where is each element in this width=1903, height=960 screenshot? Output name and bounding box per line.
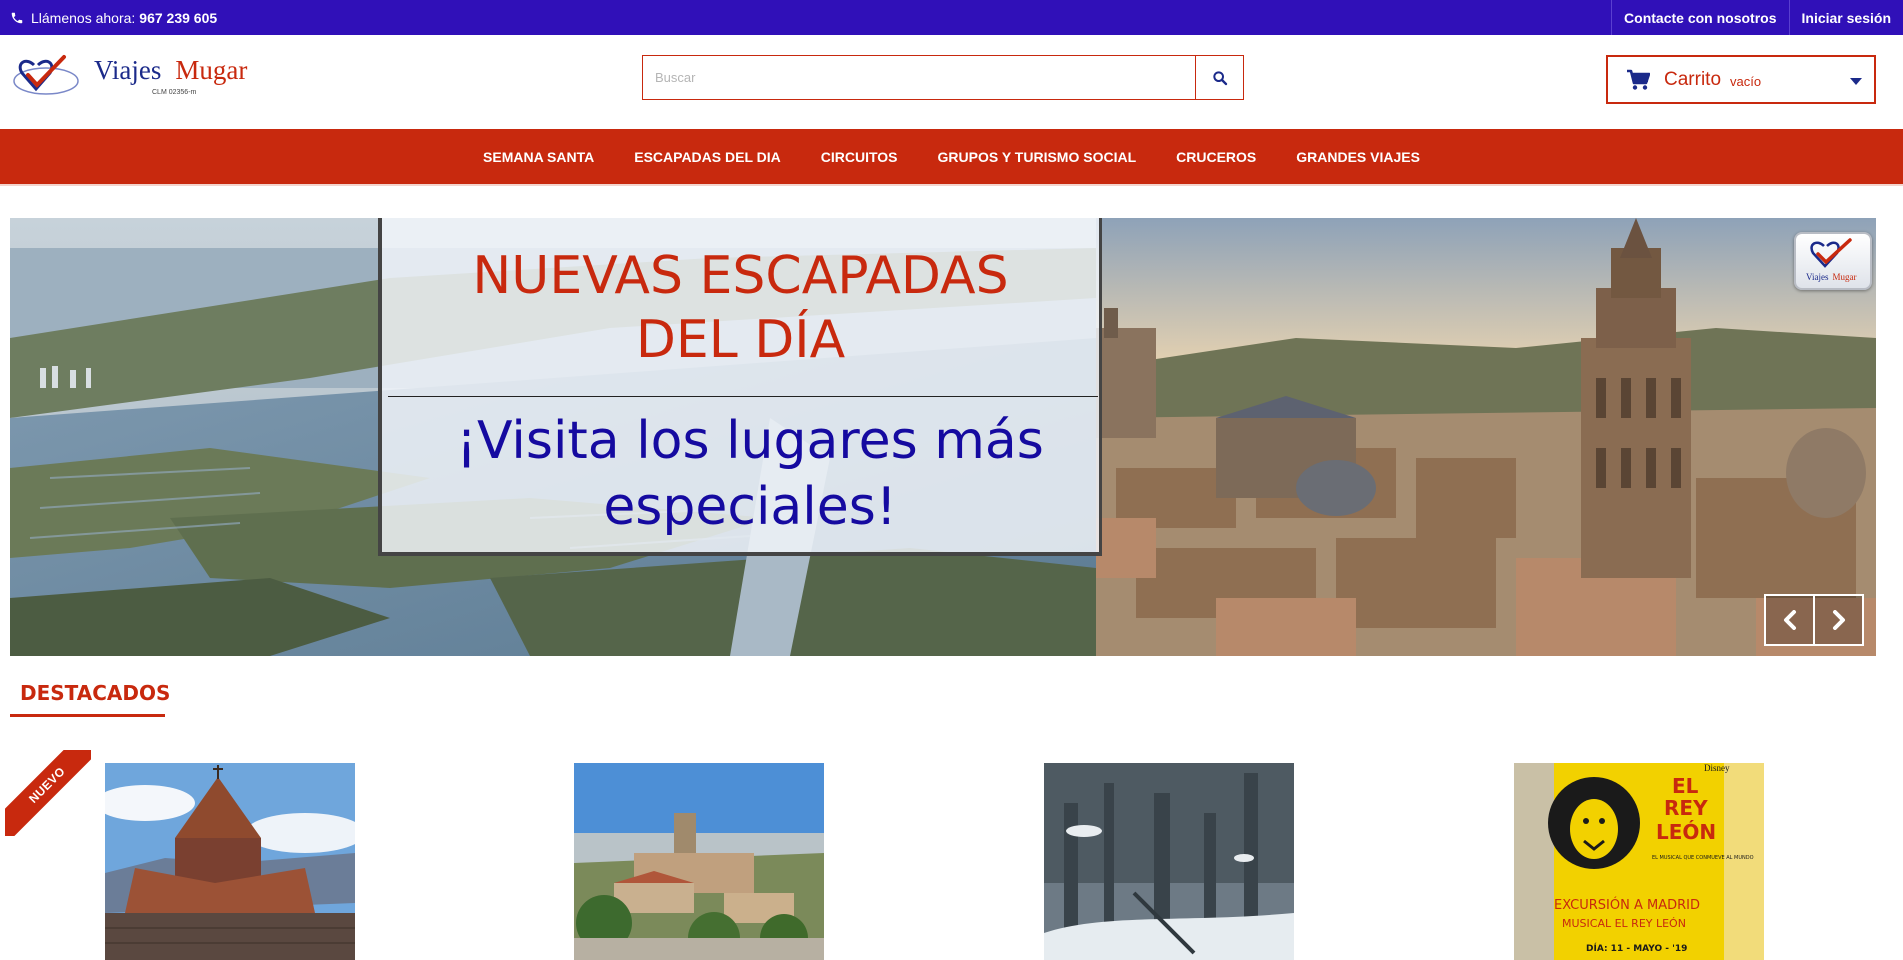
nav-item-escapadas[interactable]: ESCAPADAS DEL DIA	[614, 149, 801, 165]
promo-headline-line2: DEL DÍA	[635, 310, 846, 370]
slider-controls	[1764, 594, 1864, 646]
search-bar	[642, 55, 1244, 100]
slider-prev-button[interactable]	[1764, 594, 1815, 646]
search-button[interactable]	[1195, 56, 1243, 99]
search-input[interactable]	[643, 56, 1195, 99]
cart-button[interactable]: Carrito vacío	[1606, 55, 1876, 104]
slider-next-button[interactable]	[1813, 594, 1864, 646]
poster-subtitle: EL MUSICAL QUE CONMUEVE AL MUNDO	[1652, 855, 1754, 861]
product-image-village-castle[interactable]	[574, 763, 824, 960]
chevron-down-icon	[1850, 78, 1862, 85]
featured-title: DESTACADOS	[20, 681, 171, 705]
heart-check-logo-icon	[13, 55, 79, 95]
product-image-lion-king-poster[interactable]: Disney EL REY LEÓN EL MUSICAL QUE CONMUE…	[1514, 763, 1764, 960]
nav-item-circuitos[interactable]: CIRCUITOS	[801, 149, 918, 165]
poster-excursion: EXCURSIÓN A MADRID	[1554, 897, 1700, 913]
nav-divider	[0, 184, 1903, 186]
call-label: Llámenos ahora:	[31, 9, 136, 26]
heart-check-badge-icon	[1810, 238, 1852, 268]
promo-headline: NUEVAS ESCAPADAS DEL DÍA	[382, 244, 1099, 372]
toledo-city-image	[1096, 218, 1876, 656]
product-image-snowy-forest[interactable]	[1044, 763, 1294, 960]
logo-text: Viajes Mugar	[94, 55, 247, 86]
search-icon	[1212, 70, 1227, 85]
phone-info: Llámenos ahora: 967 239 605	[10, 0, 217, 35]
cart-label: Carrito	[1664, 68, 1722, 90]
phone-icon	[11, 12, 23, 23]
promo-tagline-line2: especiales!	[603, 477, 897, 537]
poster-title-3: LEÓN	[1656, 820, 1716, 844]
promo-tagline-line1: ¡Visita los lugares más	[456, 411, 1044, 471]
license-number: CLM 02356-m	[152, 89, 197, 96]
badge-word-viajes: Viajes	[1806, 272, 1829, 282]
poster-title-2: REY	[1664, 796, 1708, 820]
chevron-left-icon	[1783, 610, 1796, 630]
top-bar: Llámenos ahora: 967 239 605 Contacte con…	[0, 0, 1903, 35]
slide-logo-badge: Viajes Mugar	[1794, 232, 1872, 290]
shopping-cart-icon	[1627, 69, 1650, 90]
new-ribbon: NUEVO	[5, 750, 91, 836]
main-nav: SEMANA SANTA ESCAPADAS DEL DIA CIRCUITOS…	[0, 129, 1903, 184]
product-image-armenian-church[interactable]	[105, 763, 355, 960]
new-ribbon-label: NUEVO	[5, 750, 91, 836]
featured-underline	[10, 714, 165, 717]
nav-item-grupos[interactable]: GRUPOS Y TURISMO SOCIAL	[918, 149, 1157, 165]
promo-tagline: ¡Visita los lugares más especiales!	[410, 408, 1090, 540]
top-links: Contacte con nosotros Iniciar sesión	[1611, 0, 1903, 35]
login-link[interactable]: Iniciar sesión	[1788, 0, 1903, 35]
contact-link[interactable]: Contacte con nosotros	[1611, 0, 1788, 35]
logo-word-mugar: Mugar	[175, 55, 248, 85]
badge-text: Viajes Mugar	[1806, 272, 1856, 282]
promo-divider	[388, 396, 1098, 397]
logo-word-viajes: Viajes	[94, 55, 162, 85]
poster-musical: MUSICAL EL REY LEÓN	[1562, 917, 1686, 930]
site-header: Viajes Mugar CLM 02356-m Carrito vacío	[0, 35, 1903, 129]
cart-status: vacío	[1730, 74, 1762, 89]
nav-item-semana-santa[interactable]: SEMANA SANTA	[463, 149, 614, 165]
badge-word-mugar: Mugar	[1832, 272, 1857, 282]
phone-number: 967 239 605	[139, 9, 218, 26]
chevron-right-icon	[1832, 610, 1845, 630]
hero-slider[interactable]: NUEVAS ESCAPADAS DEL DÍA ¡Visita los lug…	[10, 218, 1876, 656]
nav-item-grandes-viajes[interactable]: GRANDES VIAJES	[1276, 149, 1440, 165]
poster-date: DÍA: 11 - MAYO - '19	[1586, 942, 1687, 954]
promo-headline-line1: NUEVAS ESCAPADAS	[472, 246, 1009, 306]
poster-title-1: EL	[1672, 774, 1699, 798]
nav-item-cruceros[interactable]: CRUCEROS	[1156, 149, 1276, 165]
poster-brand: Disney	[1704, 763, 1730, 773]
site-logo[interactable]: Viajes Mugar CLM 02356-m	[12, 51, 262, 101]
promo-panel: NUEVAS ESCAPADAS DEL DÍA ¡Visita los lug…	[378, 218, 1102, 556]
